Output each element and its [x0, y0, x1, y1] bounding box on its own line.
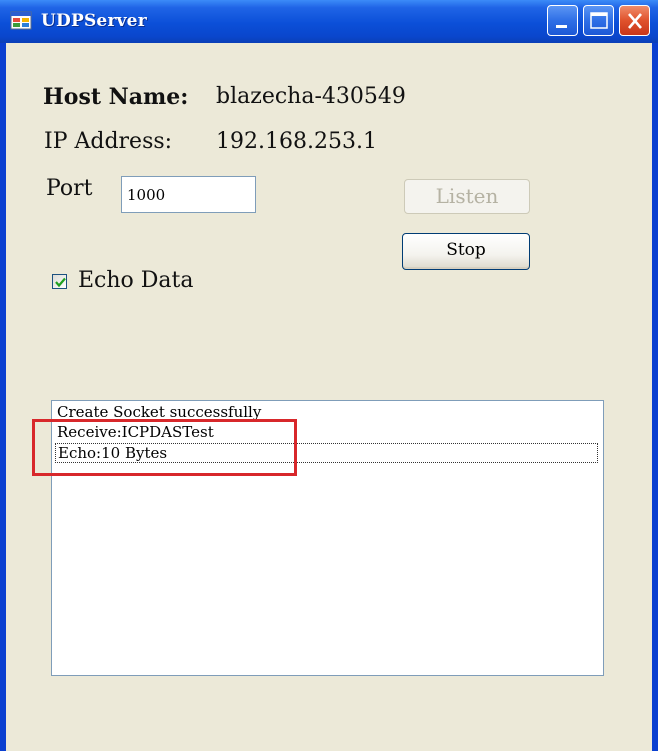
maximize-icon: [590, 12, 608, 29]
port-label: Port: [46, 176, 93, 201]
form-client-area: Host Name: blazecha-430549 IP Address: 1…: [6, 43, 652, 751]
host-name-label: Host Name:: [43, 84, 189, 110]
app-window-icon[interactable]: [10, 10, 32, 32]
ip-address-value: 192.168.253.1: [216, 129, 377, 154]
close-icon: [628, 13, 642, 29]
close-button[interactable]: [619, 5, 650, 36]
host-name-value: blazecha-430549: [216, 84, 406, 109]
checkbox-check-icon[interactable]: [52, 274, 67, 289]
echo-data-label[interactable]: Echo Data: [78, 268, 194, 293]
title-bar[interactable]: UDPServer: [0, 0, 658, 43]
annotation-highlight-box: [32, 419, 297, 476]
listen-button[interactable]: Listen: [404, 179, 530, 214]
ip-address-label: IP Address:: [44, 129, 173, 154]
maximize-button[interactable]: [583, 5, 614, 36]
window-title: UDPServer: [41, 11, 147, 31]
port-input[interactable]: [121, 176, 256, 213]
udpserver-window: UDPServer Host Name: blazecha-430549 IP …: [0, 0, 658, 751]
minimize-icon: [556, 25, 567, 28]
minimize-button[interactable]: [547, 5, 578, 36]
stop-button[interactable]: Stop: [402, 233, 530, 270]
